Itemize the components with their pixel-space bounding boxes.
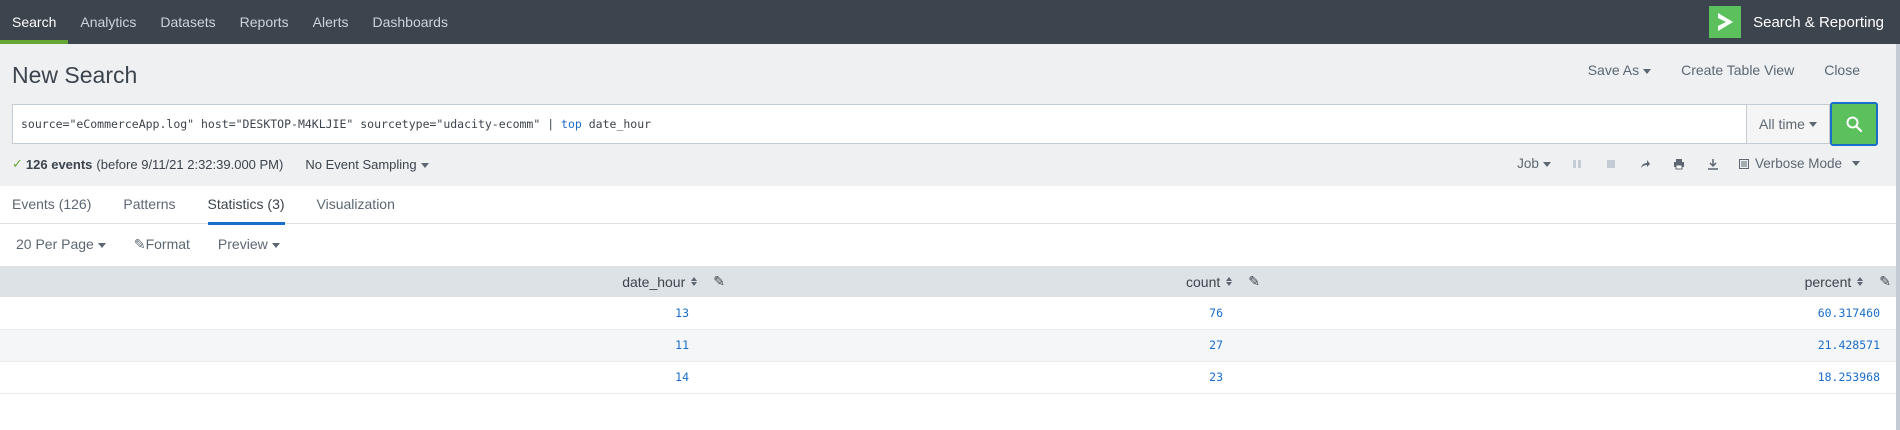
table-options: 20 Per Page ✎Format Preview [16, 236, 280, 253]
nav-item-analytics[interactable]: Analytics [68, 0, 148, 44]
save-as-menu[interactable]: Save As [1587, 62, 1652, 78]
search-query-input[interactable]: source="eCommerceApp.log" host="DESKTOP-… [12, 104, 1746, 144]
preview-label: Preview [217, 236, 268, 252]
page-title: New Search [12, 62, 138, 88]
sort-icon[interactable] [1857, 277, 1864, 286]
search-submit-button[interactable] [1830, 102, 1878, 146]
per-page-label: 20 Per Page [16, 236, 94, 252]
table-header-row: date_hour ✎ count ✎ percent ✎ [0, 266, 1896, 297]
sort-icon[interactable] [691, 277, 698, 286]
close-button[interactable]: Close [1824, 62, 1860, 78]
column-label: date_hour [622, 273, 686, 290]
cell-percent[interactable]: 21.428571 [1267, 329, 1896, 362]
export-icon[interactable] [1705, 158, 1721, 170]
pause-icon[interactable] [1569, 159, 1585, 169]
share-icon[interactable] [1637, 158, 1653, 170]
splunk-chevron-logo-icon [1709, 6, 1742, 38]
cell-date-hour[interactable]: 14 [0, 361, 732, 394]
tab-visualization[interactable]: Visualization [317, 186, 395, 224]
column-label: count [1186, 273, 1221, 290]
query-text: source="eCommerceApp.log" host="DESKTOP-… [21, 117, 562, 131]
create-table-view-button[interactable]: Create Table View [1681, 62, 1794, 78]
cell-count[interactable]: 23 [732, 361, 1267, 394]
events-count: 126 events [25, 156, 93, 172]
event-sampling-label: No Event Sampling [305, 156, 417, 172]
pencil-icon[interactable]: ✎ [1879, 273, 1891, 290]
chevron-down-icon [1808, 121, 1817, 127]
page-scrollbar[interactable] [1896, 44, 1900, 430]
table-row: 11 27 21.428571 [0, 329, 1896, 362]
app-title: Search & Reporting [1753, 13, 1884, 31]
format-button[interactable]: ✎Format [134, 236, 190, 253]
nav-item-alerts[interactable]: Alerts [301, 0, 361, 44]
print-icon[interactable] [1671, 158, 1687, 170]
search-bar: source="eCommerceApp.log" host="DESKTOP-… [12, 102, 1878, 146]
chevron-down-icon [271, 242, 280, 248]
time-range-picker[interactable]: All time [1746, 104, 1830, 144]
events-detail: (before 9/11/21 2:32:39.000 PM) [96, 156, 284, 172]
column-header-date-hour[interactable]: date_hour ✎ [0, 266, 732, 297]
cell-date-hour[interactable]: 11 [0, 329, 732, 362]
search-mode-label: Verbose Mode [1754, 156, 1842, 171]
nav-item-search[interactable]: Search [0, 0, 69, 44]
cell-count[interactable]: 27 [732, 329, 1267, 362]
top-nav: Search Analytics Datasets Reports Alerts… [0, 0, 1900, 44]
cell-percent[interactable]: 18.253968 [1267, 361, 1896, 394]
per-page-dropdown[interactable]: 20 Per Page [16, 236, 106, 253]
format-label: Format [145, 236, 190, 252]
query-args: date_hour [581, 117, 652, 131]
title-actions: Save As Create Table View Close [1588, 62, 1860, 78]
column-label: percent [1804, 273, 1852, 290]
nav-item-datasets[interactable]: Datasets [148, 0, 227, 44]
nav-item-reports[interactable]: Reports [228, 0, 301, 44]
table-row: 14 23 18.253968 [0, 361, 1896, 394]
chevron-down-icon [1643, 68, 1652, 74]
query-command: top [561, 117, 582, 131]
tab-statistics[interactable]: Statistics (3) [207, 186, 285, 225]
preview-dropdown[interactable]: Preview [218, 236, 280, 253]
stop-icon[interactable] [1603, 159, 1619, 169]
column-header-percent[interactable]: percent ✎ [1267, 266, 1896, 297]
results-tabs: Events (126) Patterns Statistics (3) Vis… [0, 186, 1896, 225]
tab-patterns[interactable]: Patterns [123, 186, 175, 224]
job-toolbar: Job Verbose Mode [1517, 156, 1860, 171]
app-badge[interactable]: Search & Reporting [1709, 0, 1884, 44]
chevron-down-icon [1542, 161, 1551, 167]
save-as-label: Save As [1587, 62, 1640, 78]
pencil-icon[interactable]: ✎ [1248, 273, 1260, 290]
search-mode-dropdown[interactable]: Verbose Mode [1738, 156, 1860, 171]
chevron-down-icon [1852, 161, 1860, 166]
time-range-label: All time [1759, 116, 1805, 132]
sort-icon[interactable] [1226, 277, 1233, 286]
job-menu[interactable]: Job [1517, 156, 1551, 171]
job-status: ✓ 126 events (before 9/11/21 2:32:39.000… [12, 156, 429, 172]
results-table: date_hour ✎ count ✎ percent ✎ 13 76 60.3174… [0, 266, 1896, 394]
tab-events[interactable]: Events (126) [12, 186, 91, 224]
job-menu-label: Job [1517, 156, 1539, 171]
pencil-icon: ✎ [133, 236, 146, 252]
pencil-icon[interactable]: ✎ [713, 273, 725, 290]
magnifier-icon [1846, 116, 1863, 133]
chevron-down-icon [420, 162, 429, 168]
cell-percent[interactable]: 60.317460 [1267, 297, 1896, 330]
nav-item-dashboards[interactable]: Dashboards [360, 0, 460, 44]
table-row: 13 76 60.317460 [0, 297, 1896, 330]
column-header-count[interactable]: count ✎ [732, 266, 1267, 297]
mode-icon [1738, 158, 1749, 169]
check-icon: ✓ [12, 156, 23, 171]
event-sampling-dropdown[interactable]: No Event Sampling [305, 156, 429, 172]
cell-count[interactable]: 76 [732, 297, 1267, 330]
cell-date-hour[interactable]: 13 [0, 297, 732, 330]
chevron-down-icon [97, 242, 106, 248]
